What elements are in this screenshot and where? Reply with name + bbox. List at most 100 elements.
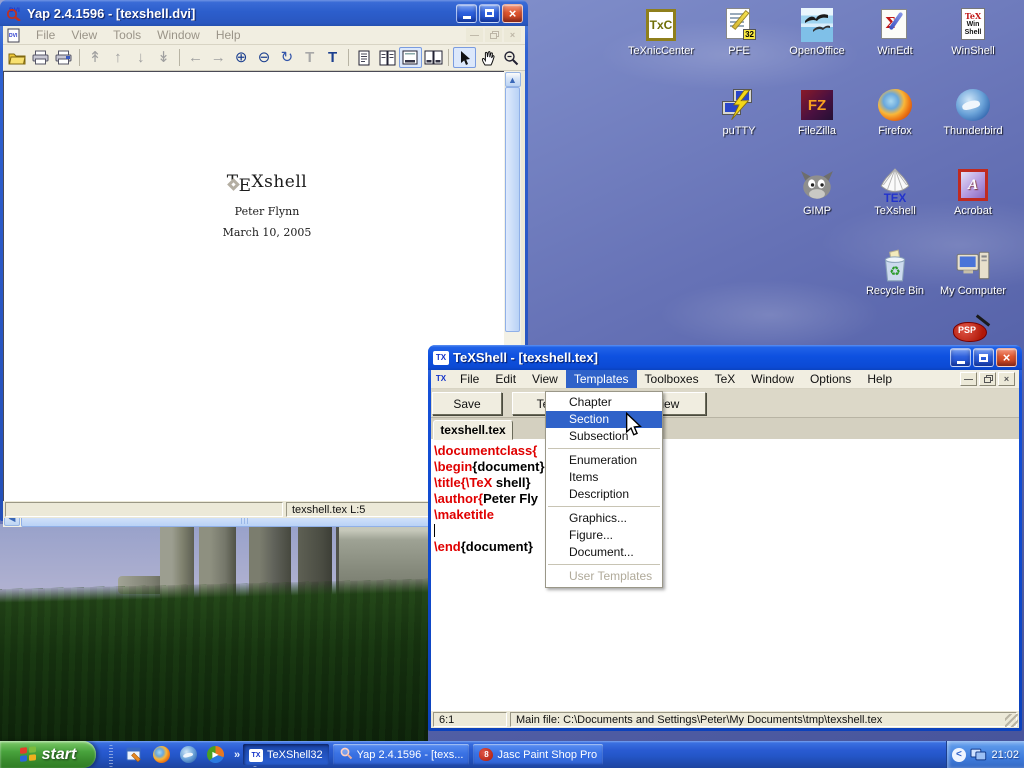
template-menu-item-graphics[interactable]: Graphics...	[546, 510, 662, 527]
facing-pages-icon[interactable]	[376, 47, 399, 68]
psp-desktop-icon[interactable]: PSP	[951, 320, 993, 345]
mdi-close-button[interactable]: ×	[998, 372, 1015, 386]
network-icon[interactable]	[970, 748, 988, 762]
tab-texshell-tex[interactable]: texshell.tex	[433, 420, 513, 440]
menu-window[interactable]: Window	[743, 370, 802, 388]
mdi-minimize-button[interactable]: —	[960, 372, 977, 386]
firefox-ql-icon[interactable]	[153, 746, 170, 763]
template-menu-item-document[interactable]: Document...	[546, 544, 662, 561]
desktop-icon-gimp[interactable]: GIMP	[779, 168, 855, 217]
texshell-titlebar[interactable]: TX TeXShell - [texshell.tex] ×	[428, 345, 1022, 370]
last-page-icon[interactable]: ↡	[152, 47, 175, 68]
taskbar-task-psp[interactable]: 8Jasc Paint Shop Pro	[473, 744, 603, 765]
vertical-scroll-thumb[interactable]	[505, 87, 520, 332]
zoom-in-icon[interactable]: ⊕	[230, 47, 253, 68]
pan-tool-icon[interactable]	[476, 47, 499, 68]
overflow-chevron[interactable]: »	[234, 749, 240, 761]
start-button[interactable]: start	[0, 741, 96, 768]
media-player-icon[interactable]: ▶	[207, 746, 224, 763]
scroll-up-button[interactable]: ▲	[505, 72, 521, 87]
back-icon[interactable]: ←	[184, 47, 207, 68]
show-desktop-icon[interactable]	[126, 746, 143, 763]
menu-toolboxes[interactable]: Toolboxes	[637, 370, 707, 388]
desktop-icon-texniccenter[interactable]: TxCTeXnicCenter	[623, 8, 699, 57]
svg-text:DVI: DVI	[9, 33, 18, 39]
desktop-icon-firefox[interactable]: Firefox	[857, 88, 933, 137]
menu-file[interactable]: File	[28, 26, 63, 44]
ruler-tool-icon[interactable]: T	[298, 47, 321, 68]
forward-icon[interactable]: →	[207, 47, 230, 68]
latex-editor[interactable]: \documentclass{\begin{document}\title{\T…	[431, 440, 1019, 711]
first-page-icon[interactable]: ↟	[84, 47, 107, 68]
desktop-icon-openoffice[interactable]: OpenOffice	[779, 8, 855, 57]
desktop-icon-filezilla[interactable]: FZFileZilla	[779, 88, 855, 137]
menu-templates[interactable]: Templates	[566, 370, 637, 388]
thunderbird-ql-icon[interactable]	[180, 746, 197, 763]
desktop-icon-thunderbird[interactable]: Thunderbird	[935, 88, 1011, 137]
close-button[interactable]: ×	[996, 348, 1017, 367]
menu-help[interactable]: Help	[859, 370, 900, 388]
menu-edit[interactable]: Edit	[487, 370, 524, 388]
mdi-restore-button[interactable]	[485, 28, 502, 42]
mdi-restore-button[interactable]	[979, 372, 996, 386]
editor-tab-row: texshell.tex	[431, 418, 1019, 440]
desktop-icon-mycomputer[interactable]: My Computer	[935, 248, 1011, 297]
mdi-minimize-button[interactable]: —	[466, 28, 483, 42]
desktop-icon-winedt[interactable]: ΣWinEdt	[857, 8, 933, 57]
close-button[interactable]: ×	[502, 4, 523, 23]
menu-window[interactable]: Window	[149, 26, 208, 44]
desktop-icon-winshell[interactable]: TeXWinShellWinShell	[935, 8, 1011, 57]
template-menu-item-section[interactable]: Section	[546, 411, 662, 428]
refresh-icon[interactable]: ↻	[275, 47, 298, 68]
template-menu-item-enumeration[interactable]: Enumeration	[546, 452, 662, 469]
print-setup-icon[interactable]	[52, 47, 75, 68]
select-tool-icon[interactable]	[453, 47, 476, 68]
toolbar-separator	[448, 49, 449, 66]
menu-file[interactable]: File	[452, 370, 487, 388]
psp-icon: 8	[479, 748, 493, 762]
mdi-close-button[interactable]: ×	[504, 28, 521, 42]
toolbar-grip[interactable]	[109, 745, 113, 767]
desktop-icon-recyclebin[interactable]: ♻Recycle Bin	[857, 248, 933, 297]
zoom-out-icon[interactable]: ⊖	[253, 47, 276, 68]
taskbar: start ▶ » TXTeXShell32Yap 2.4.1596 - [te…	[0, 741, 1024, 768]
tray-collapse-chevron[interactable]: <	[952, 748, 966, 762]
maximize-button[interactable]	[973, 348, 994, 367]
maximize-button[interactable]	[479, 4, 500, 23]
menu-view[interactable]: View	[524, 370, 566, 388]
menu-tex[interactable]: TeX	[707, 370, 744, 388]
prev-page-icon[interactable]: ↑	[106, 47, 129, 68]
taskbar-task-texshell[interactable]: TXTeXShell32	[243, 744, 329, 765]
minimize-button[interactable]	[456, 4, 477, 23]
start-label: start	[42, 747, 77, 763]
minimize-button[interactable]	[950, 348, 971, 367]
desktop-icon-pfe[interactable]: 32PFE	[701, 8, 777, 57]
template-menu-item-figure[interactable]: Figure...	[546, 527, 662, 544]
print-icon[interactable]	[29, 47, 52, 68]
template-menu-item-description[interactable]: Description	[546, 486, 662, 503]
desktop-icon-acrobat[interactable]: AAcrobat	[935, 168, 1011, 217]
template-menu-item-chapter[interactable]: Chapter	[546, 394, 662, 411]
resize-grip[interactable]	[1005, 714, 1018, 727]
menu-separator	[548, 564, 660, 565]
next-page-icon[interactable]: ↓	[129, 47, 152, 68]
save-button[interactable]: Save	[432, 392, 502, 415]
mycomputer-icon	[955, 248, 991, 282]
double-width-icon[interactable]	[422, 47, 445, 68]
template-menu-item-subsection[interactable]: Subsection	[546, 428, 662, 445]
menu-view[interactable]: View	[63, 26, 105, 44]
menu-help[interactable]: Help	[208, 26, 249, 44]
yap-titlebar[interactable]: DVI Yap 2.4.1596 - [texshell.dvi] ×	[0, 0, 528, 26]
magnifier-tool-icon[interactable]	[499, 47, 522, 68]
open-icon[interactable]	[6, 47, 29, 68]
clock[interactable]: 21:02	[991, 749, 1019, 761]
desktop-icon-texshell[interactable]: TEXTeXshell	[857, 168, 933, 217]
page-width-icon[interactable]	[399, 47, 422, 68]
menu-tools[interactable]: Tools	[105, 26, 149, 44]
desktop-icon-putty[interactable]: puTTY	[701, 88, 777, 137]
template-menu-item-items[interactable]: Items	[546, 469, 662, 486]
text-tool-icon[interactable]: T	[321, 47, 344, 68]
menu-options[interactable]: Options	[802, 370, 859, 388]
single-page-icon[interactable]	[353, 47, 376, 68]
taskbar-task-yap[interactable]: Yap 2.4.1596 - [texs...	[333, 744, 470, 765]
